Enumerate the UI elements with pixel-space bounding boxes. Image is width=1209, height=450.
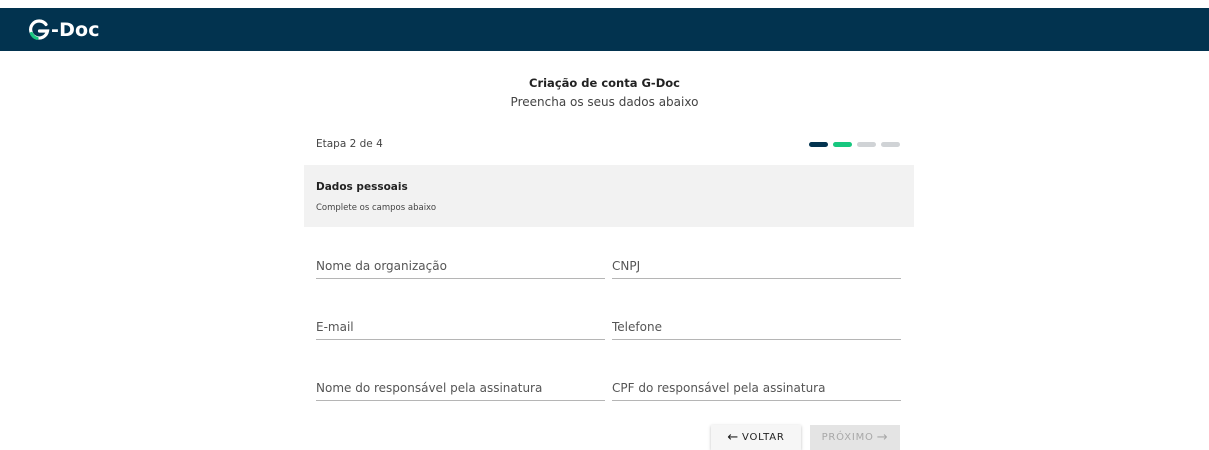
step-label: Etapa 2 de 4 (316, 138, 383, 150)
signer-name-field (316, 378, 605, 401)
email-input[interactable] (316, 317, 605, 337)
org-name-field (316, 256, 605, 279)
email-field (316, 317, 605, 340)
page-header: Criação de conta G-Doc Preencha os seus … (0, 76, 1209, 109)
step-dot-1 (809, 142, 828, 147)
page-title: Criação de conta G-Doc (529, 76, 680, 90)
gdoc-logo-icon (29, 19, 50, 40)
step-dot-3 (857, 142, 876, 147)
arrow-right-icon: → (876, 430, 889, 445)
page-subtitle: Preencha os seus dados abaixo (510, 95, 699, 109)
top-navbar: -Doc (0, 8, 1209, 51)
back-button[interactable]: ← VOLTAR (711, 425, 801, 450)
gdoc-logo[interactable]: -Doc (28, 18, 100, 42)
org-name-input[interactable] (316, 256, 605, 276)
cnpj-input[interactable] (612, 256, 901, 276)
next-button[interactable]: PRÓXIMO → (810, 425, 900, 450)
step-dot-2 (833, 142, 852, 147)
next-button-label: PRÓXIMO (821, 432, 874, 443)
cnpj-field (612, 256, 901, 279)
phone-field (612, 317, 901, 340)
step-indicator (809, 142, 900, 147)
step-progress: Etapa 2 de 4 (316, 138, 906, 152)
arrow-left-icon: ← (727, 430, 740, 445)
signer-name-input[interactable] (316, 378, 605, 398)
logo-text: -Doc (51, 19, 100, 41)
signer-cpf-field (612, 378, 901, 401)
signer-cpf-input[interactable] (612, 378, 901, 398)
back-button-label: VOLTAR (742, 432, 785, 443)
section-title: Dados pessoais (316, 181, 408, 193)
step-dot-4 (881, 142, 900, 147)
section-header: Dados pessoais Complete os campos abaixo (304, 165, 914, 227)
section-subtitle: Complete os campos abaixo (316, 203, 437, 213)
phone-input[interactable] (612, 317, 901, 337)
